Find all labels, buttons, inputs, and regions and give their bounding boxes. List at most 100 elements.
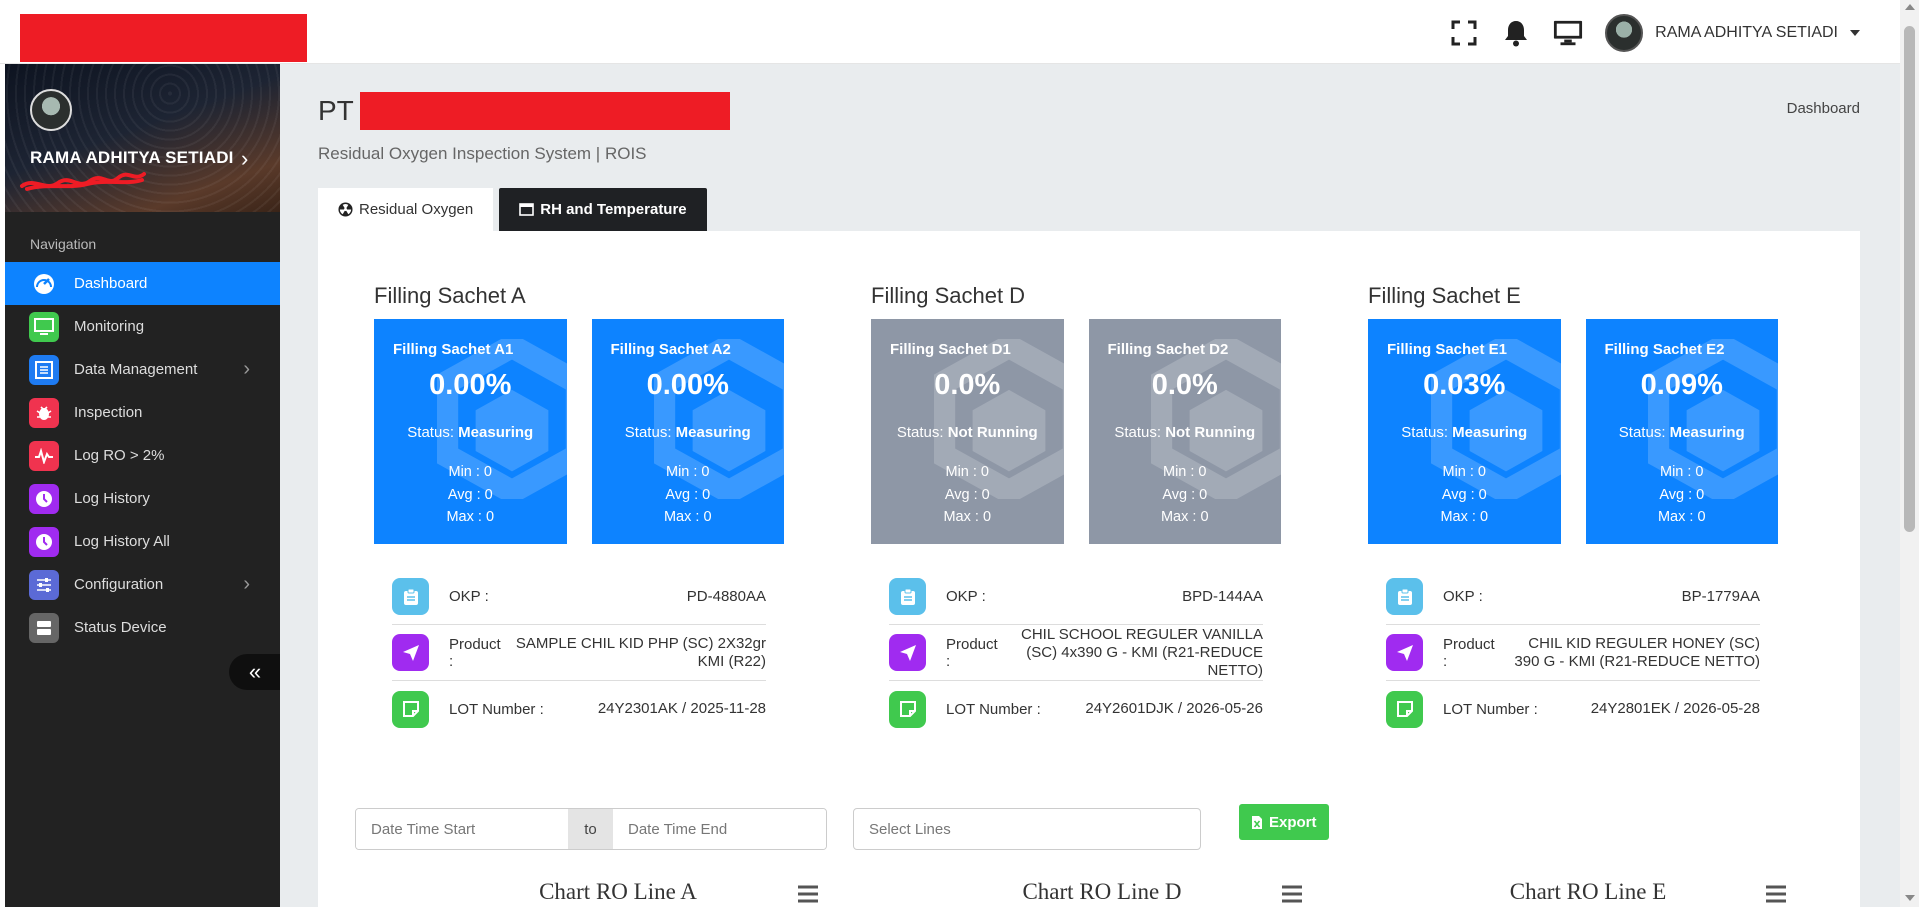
sidebar-user-name: RAMA ADHITYA SETIADI [30,148,234,167]
product-label: Product : [1443,635,1495,670]
list-icon [29,354,59,385]
company-name-redacted [359,92,730,130]
sensor-card[interactable]: Filling Sachet A1 0.00% Status: Measurin… [374,319,567,544]
card-max: Max : 0 [446,509,495,525]
card-min: Min : 0 [1659,464,1704,480]
lot-label: LOT Number : [1443,700,1538,718]
scroll-up-arrow-icon[interactable] [1905,4,1915,10]
date-range-group: to [355,808,827,850]
lot-value: 24Y2801EK / 2026-05-28 [1590,700,1760,717]
sidebar-profile[interactable]: RAMA ADHITYA SETIADI › [5,64,280,212]
breadcrumb[interactable]: Dashboard [1787,100,1860,117]
send-icon [1386,634,1423,671]
tab-rh-temperature[interactable]: RH and Temperature [499,188,707,231]
card-max: Max : 0 [1657,509,1706,525]
product-value: CHIL KID REGULER HONEY (SC) 390 G - KMI … [1514,634,1760,670]
sensor-card[interactable]: Filling Sachet D2 0.0% Status: Not Runni… [1088,319,1281,544]
card-avg: Avg : 0 [944,486,990,503]
tab-residual-oxygen[interactable]: Residual Oxygen [318,188,494,231]
tab-label: RH and Temperature [540,201,687,218]
sensor-card[interactable]: Filling Sachet E2 0.09% Status: Measurin… [1585,319,1778,544]
product-row: Product : CHIL SCHOOL REGULER VANILLA (S… [889,625,1263,681]
sidebar-item-log-ro[interactable]: Log RO > 2% [5,434,280,477]
card-stats: Min : 0 Avg : 0 Max : 0 [592,461,785,529]
sensor-card[interactable]: Filling Sachet E1 0.03% Status: Measurin… [1368,319,1561,544]
card-min: Min : 0 [448,464,492,480]
sidebar-item-data-management[interactable]: Data Management › [5,348,280,391]
sidebar-item-log-history-all[interactable]: Log History All [5,520,280,563]
double-chevron-left-icon: « [248,659,262,684]
window-icon [519,203,535,216]
sidebar-item-dashboard[interactable]: Dashboard [5,262,280,305]
bell-icon[interactable] [1501,18,1531,48]
card-max: Max : 0 [1440,509,1489,525]
line-info: OKP : PD-4880AA Product : SAMPLE CHIL KI… [374,569,784,737]
card-stats: Min : 0 Avg : 0 Max : 0 [374,461,567,529]
card-status: Status: Measuring [1401,424,1528,441]
card-min: Min : 0 [1162,464,1207,480]
sidebar-item-label: Monitoring [74,318,145,335]
filling-group: Filling Sachet D Filling Sachet D1 0.0% … [871,283,1281,737]
sidebar-item-label: Status Device [74,619,167,636]
card-status: Status: Not Running [896,424,1038,441]
monitor-icon [29,311,59,342]
scroll-down-arrow-icon[interactable] [1905,895,1915,901]
date-start-input[interactable] [356,809,568,849]
scrollbar-thumb[interactable] [1904,26,1915,532]
sticky-note-icon [889,690,926,728]
sidebar-item-inspection[interactable]: Inspection [5,391,280,434]
okp-row: OKP : BP-1779AA [1386,569,1760,625]
sidebar-item-log-history[interactable]: Log History [5,477,280,520]
page-scrollbar[interactable] [1900,0,1919,907]
okp-value: BP-1779AA [1681,587,1760,605]
sidebar-item-configuration[interactable]: Configuration › [5,563,280,606]
card-status: Status: Measuring [407,424,534,441]
sidebar-item-label: Inspection [74,404,143,421]
sensor-card[interactable]: Filling Sachet D1 0.0% Status: Not Runni… [871,319,1064,544]
sensor-card[interactable]: Filling Sachet A2 0.00% Status: Measurin… [591,319,785,544]
hamburger-menu-icon[interactable] [1280,883,1304,905]
sidebar-item-label: Configuration [74,576,164,593]
okp-value: BPD-144AA [1182,587,1263,605]
user-avatar [1605,14,1644,52]
sidebar: RAMA ADHITYA SETIADI › Navigation Dashbo… [5,64,281,907]
clipboard-icon [889,578,926,615]
card-name: Filling Sachet E1 [1387,341,1508,358]
tab-label: Residual Oxygen [359,201,474,218]
sidebar-item-label: Data Management [74,361,198,378]
date-range-separator: to [568,809,613,849]
select-lines-dropdown[interactable]: Select Lines [853,808,1201,850]
product-label: Product : [449,635,501,670]
card-avg: Avg : 0 [1441,486,1487,503]
user-menu[interactable]: RAMA ADHITYA SETIADI [1605,14,1860,52]
card-status: Status: Not Running [1114,424,1256,441]
chart-title: Chart RO Line D [1022,879,1182,904]
card-name: Filling Sachet A2 [610,341,731,358]
lot-row: LOT Number : 24Y2601DJK / 2026-05-26 [889,681,1263,737]
export-button[interactable]: Export [1239,804,1329,840]
sticky-note-icon [1386,690,1423,728]
group-title: Filling Sachet D [871,283,1026,308]
hamburger-menu-icon[interactable] [1764,883,1788,905]
hamburger-menu-icon[interactable] [796,883,820,905]
card-avg: Avg : 0 [1659,486,1705,503]
sidebar-collapse-button[interactable]: « [229,654,281,690]
clipboard-icon [392,578,429,615]
clipboard-icon [1386,578,1423,615]
sidebar-item-label: Dashboard [74,275,148,292]
card-avg: Avg : 0 [447,486,493,503]
card-value: 0.0% [1151,369,1218,401]
sidebar-avatar [30,89,72,131]
date-end-input[interactable] [613,809,826,849]
monitor-icon[interactable] [1553,18,1583,48]
card-max: Max : 0 [1160,509,1209,525]
sidebar-item-monitoring[interactable]: Monitoring [5,305,280,348]
sidebar-item-label: Log RO > 2% [74,447,165,464]
sidebar-item-status-device[interactable]: Status Device [5,606,280,649]
fullscreen-icon[interactable] [1449,18,1479,48]
card-value: 0.00% [646,369,729,401]
send-icon [889,634,926,671]
chevron-right-icon: › [243,573,250,595]
product-value: CHIL SCHOOL REGULER VANILLA (SC) 4x390 G… [1020,625,1263,679]
card-avg: Avg : 0 [665,486,711,503]
